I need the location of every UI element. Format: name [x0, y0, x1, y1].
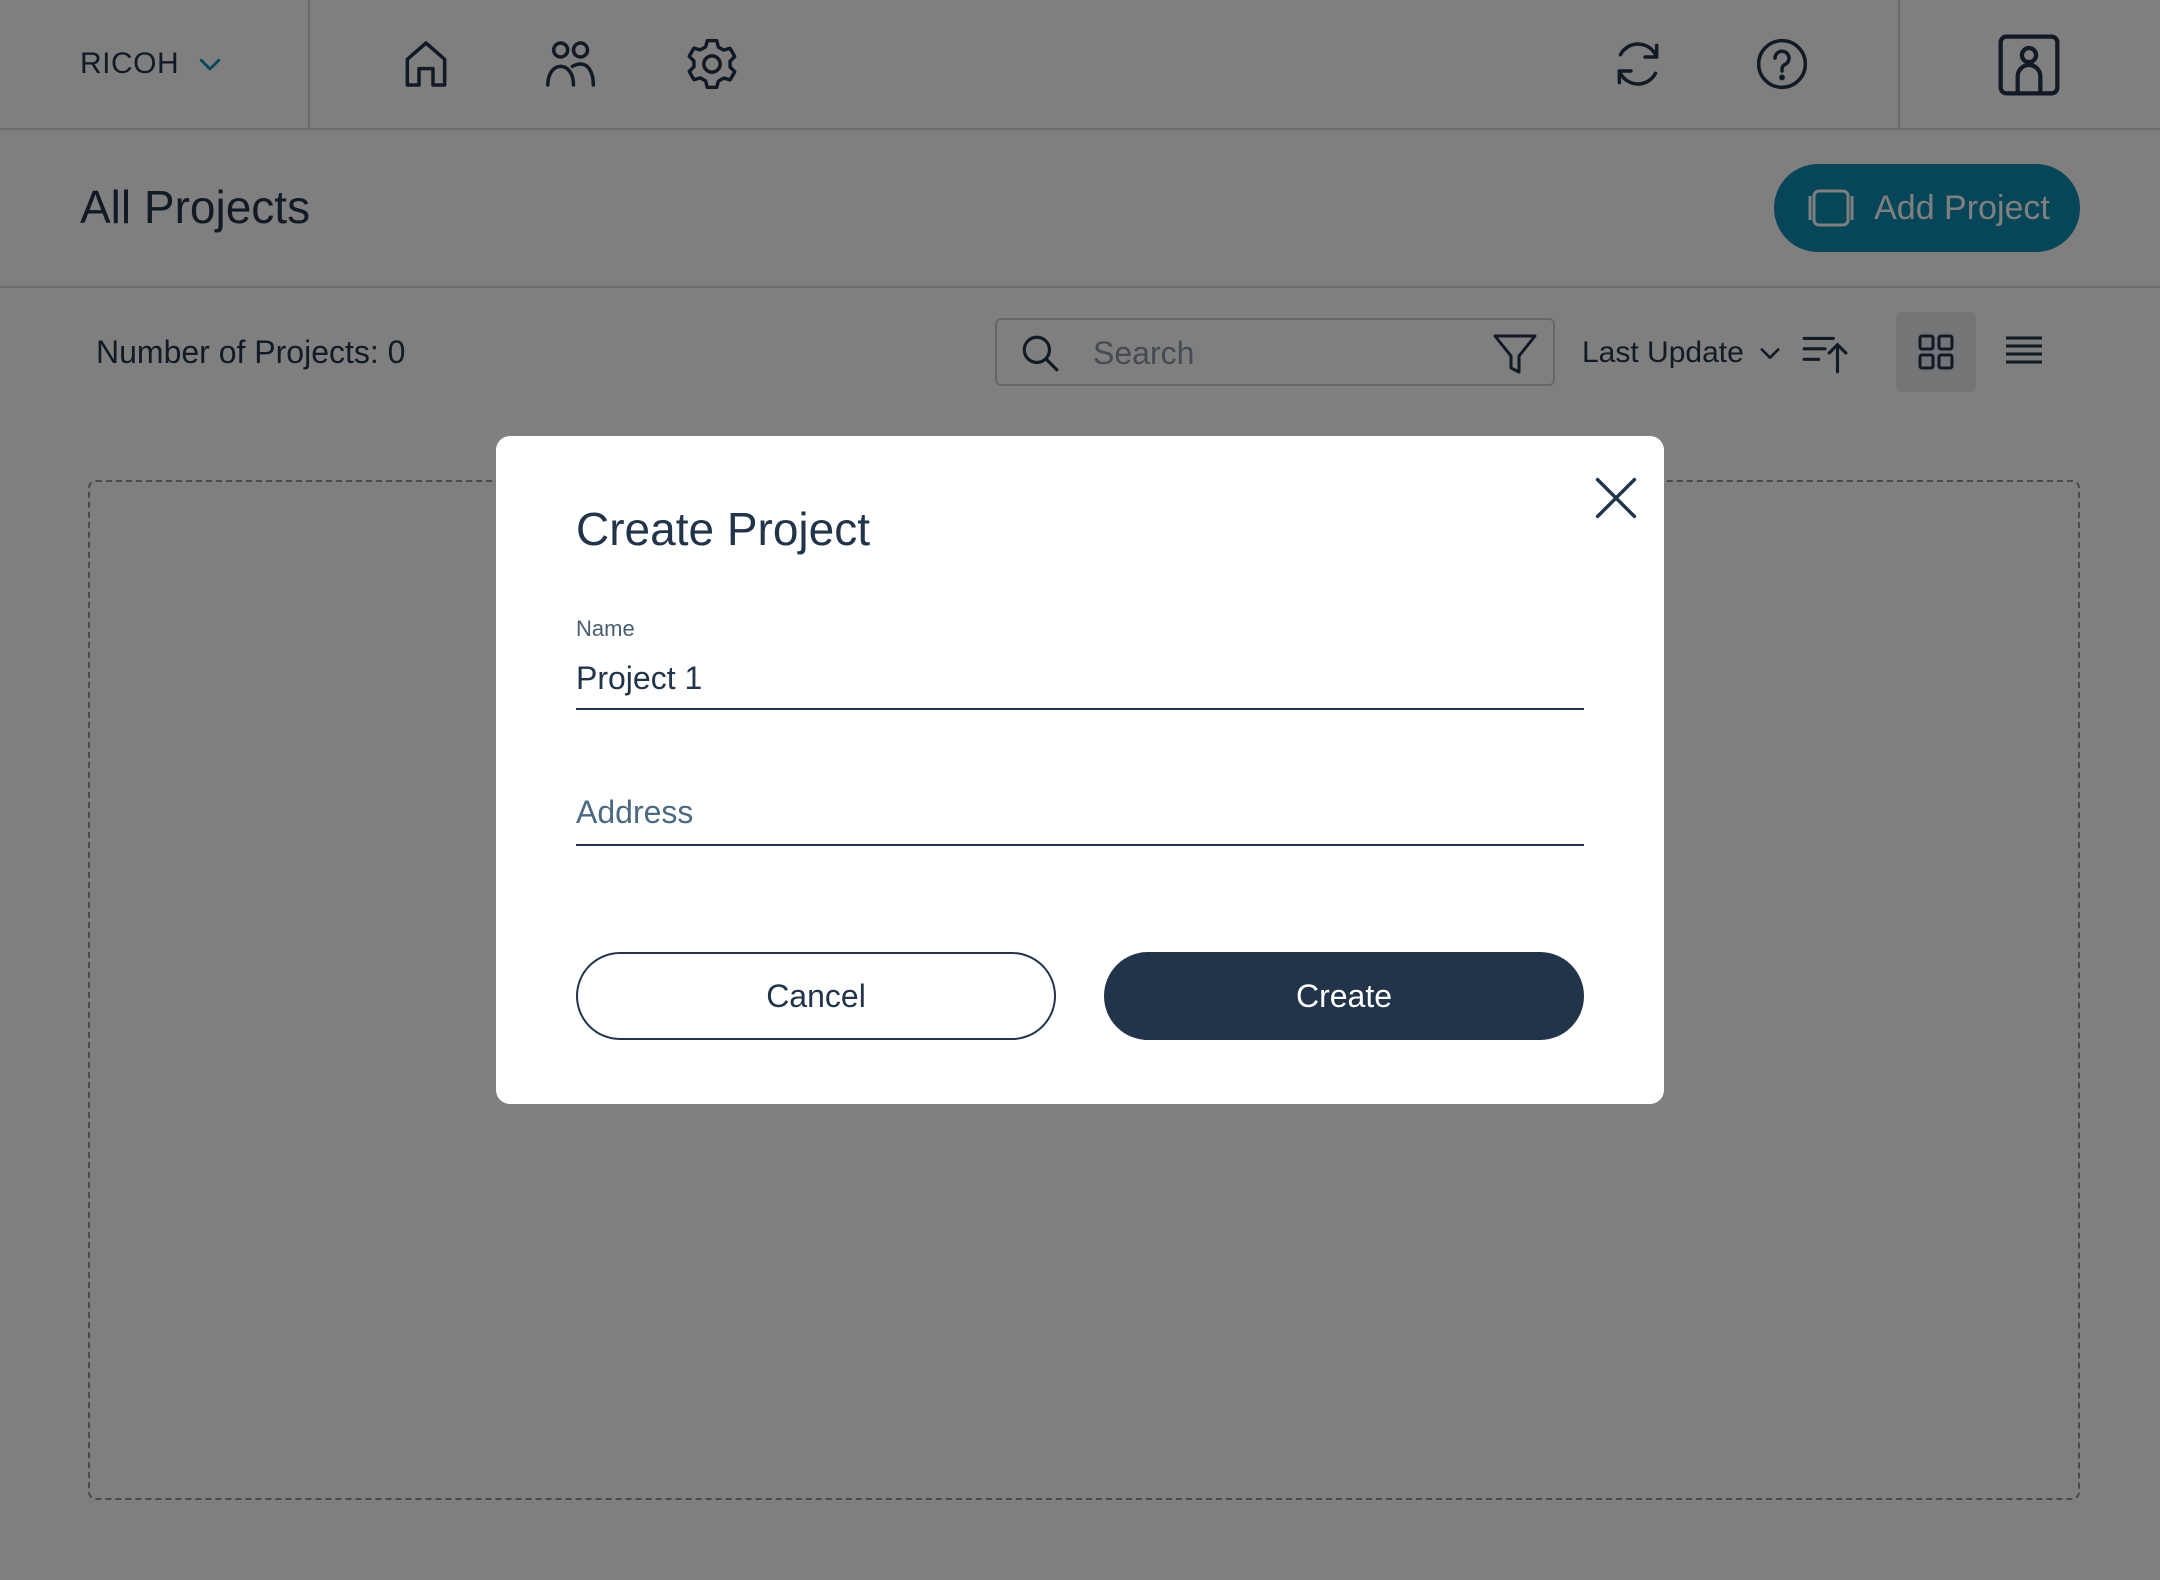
dialog-title: Create Project: [576, 503, 871, 555]
cancel-button[interactable]: Cancel: [576, 952, 1056, 1040]
app-root: RICOH All Projects Add Project: [0, 0, 2160, 1580]
name-field[interactable]: [576, 648, 1584, 710]
create-project-dialog: Create Project Name Cancel Create: [496, 436, 1664, 1104]
address-field[interactable]: [576, 780, 1584, 846]
name-label: Name: [576, 616, 635, 641]
create-button[interactable]: Create: [1104, 952, 1584, 1040]
close-button[interactable]: [1586, 468, 1646, 528]
close-icon: [1595, 477, 1637, 519]
